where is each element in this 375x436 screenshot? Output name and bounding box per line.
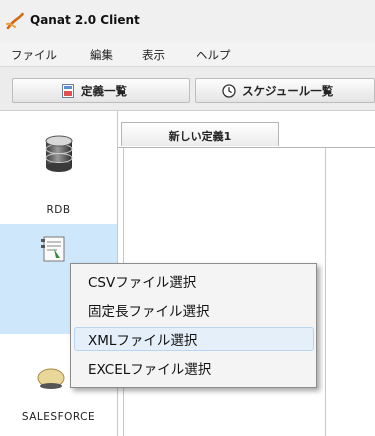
schedule-list-label: スケジュール一覧 (242, 83, 334, 98)
menu-item-select-xml[interactable]: XMLファイル選択 (74, 327, 314, 351)
title-bar: Qanat 2.0 Client (0, 0, 375, 42)
definitions-list-label: 定義一覧 (81, 83, 127, 98)
globe-icon (37, 368, 65, 389)
palette-label-salesforce: SALESFORCE (21, 411, 96, 423)
palette-item-rdb[interactable]: RDB (0, 111, 117, 224)
toolbar: 定義一覧 スケジュール一覧 (0, 67, 375, 111)
qanat-logo-icon (6, 12, 24, 30)
schedule-list-button[interactable]: スケジュール一覧 (195, 78, 375, 103)
menu-bar: ファイル 編集 表示 ヘルプ (0, 42, 375, 67)
app-title: Qanat 2.0 Client (30, 13, 140, 27)
database-icon (45, 135, 73, 172)
document-icon (62, 83, 74, 98)
file-context-menu: CSVファイル選択 固定長ファイル選択 XMLファイル選択 EXCELファイル選… (70, 263, 317, 388)
menu-edit[interactable]: 編集 (90, 47, 113, 63)
definitions-list-button[interactable]: 定義一覧 (12, 78, 190, 103)
menu-item-select-excel[interactable]: EXCELファイル選択 (74, 356, 314, 380)
file-icon (41, 236, 65, 262)
menu-item-select-csv[interactable]: CSVファイル選択 (74, 269, 314, 293)
tab-new-definition-1[interactable]: 新しい定義1 (121, 122, 279, 146)
palette-label-rdb: RDB (46, 204, 71, 216)
menu-item-select-fixed-length[interactable]: 固定長ファイル選択 (74, 298, 314, 322)
clock-icon (222, 83, 236, 98)
editor-tabstrip: 新しい定義1 (118, 111, 375, 147)
menu-file[interactable]: ファイル (11, 47, 57, 63)
menu-view[interactable]: 表示 (142, 47, 165, 63)
menu-help[interactable]: ヘルプ (196, 47, 231, 63)
